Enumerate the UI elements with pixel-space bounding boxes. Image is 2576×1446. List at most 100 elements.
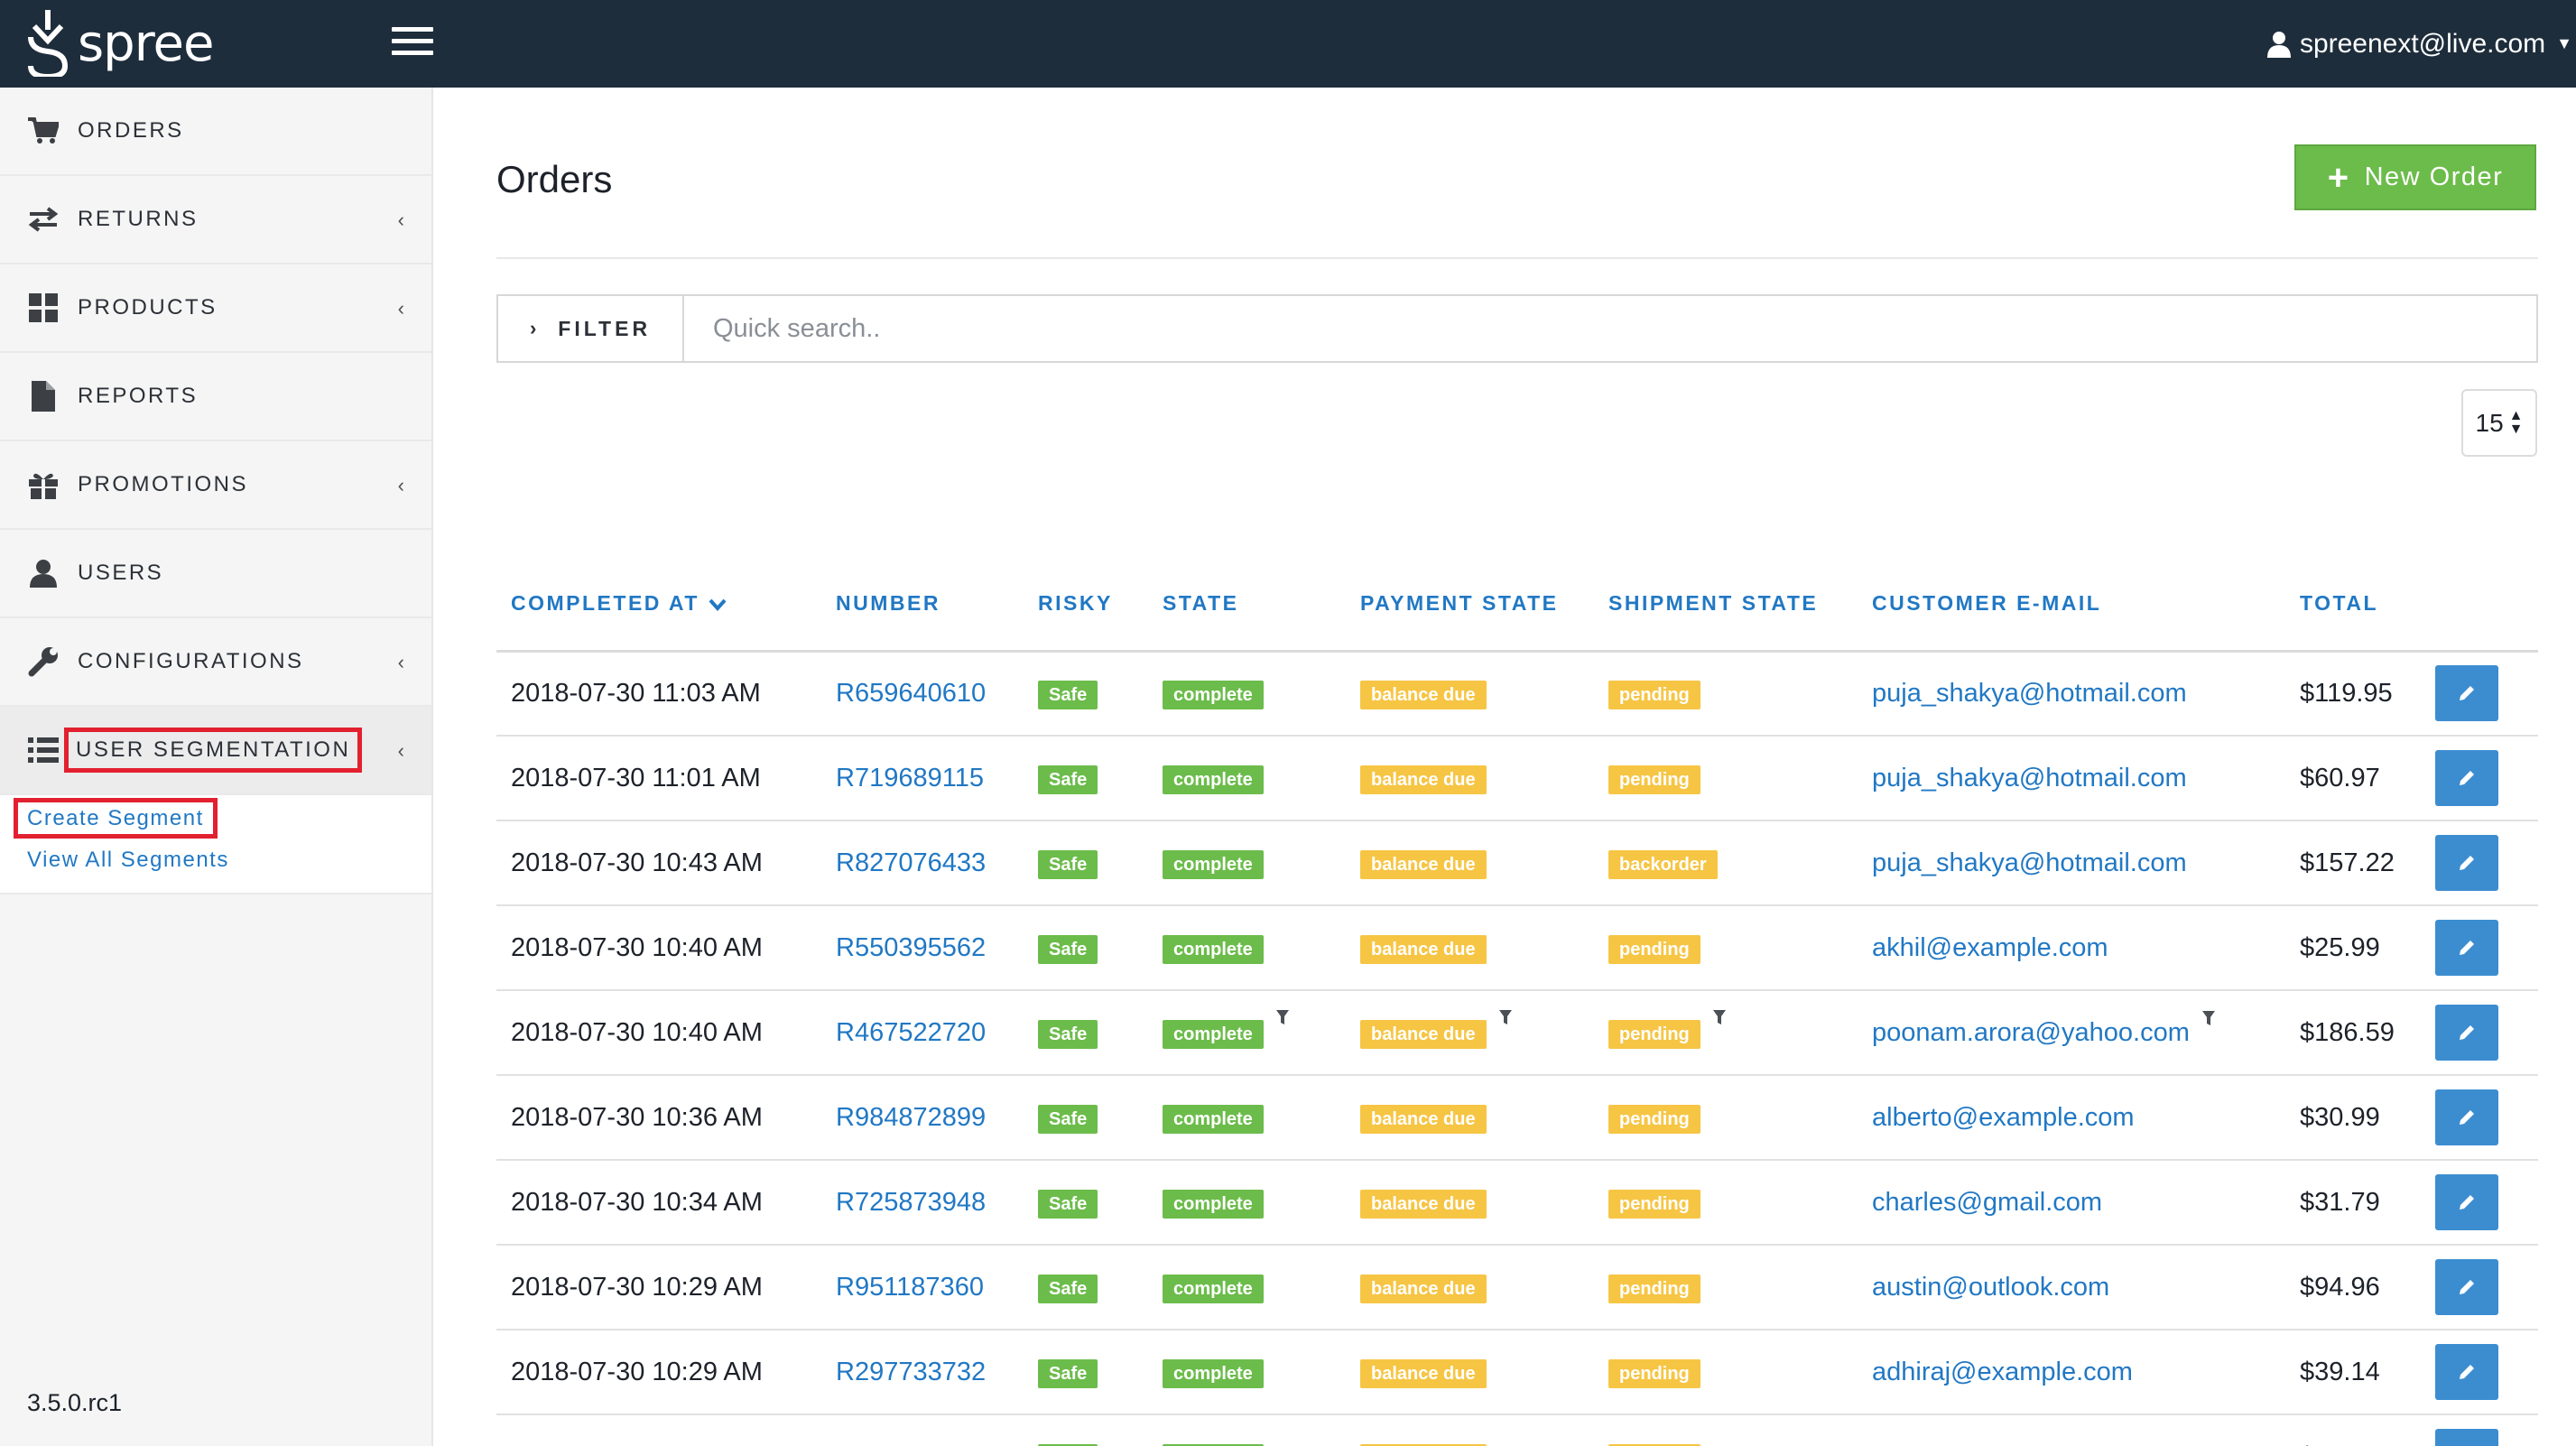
sidebar-item-products[interactable]: PRODUCTS ‹	[0, 264, 431, 353]
order-number-link[interactable]: R951187360	[836, 1273, 984, 1302]
shipment-state-cell: pending	[1594, 1160, 1858, 1246]
risk-badge: Safe	[1038, 1189, 1098, 1219]
spree-logo[interactable]: spree	[27, 7, 214, 79]
customer-email-cell: joykennith.1@gmail.com	[1858, 1414, 2285, 1446]
payment-state-cell: balance due	[1346, 990, 1594, 1076]
risky-cell: Safe	[1024, 1330, 1148, 1415]
chevron-left-icon: ‹	[397, 297, 404, 320]
user-email: spreenext@live.com	[2299, 28, 2546, 59]
order-number-link[interactable]: R984872899	[836, 1103, 986, 1132]
customer-email-link[interactable]: akhil@example.com	[1872, 933, 2108, 962]
edit-order-button[interactable]	[2435, 835, 2498, 891]
quick-search-input[interactable]	[684, 296, 2536, 361]
sidebar-item-configurations[interactable]: CONFIGURATIONS ‹	[0, 618, 431, 707]
order-number-cell: R297733732	[821, 1330, 1024, 1415]
customer-email-link[interactable]: poonam.arora@yahoo.com	[1872, 1018, 2190, 1047]
order-number-cell: R659640610	[821, 651, 1024, 737]
new-order-button[interactable]: + New Order	[2294, 144, 2536, 210]
risky-cell: Safe	[1024, 820, 1148, 906]
order-number-cell: R467522720	[821, 990, 1024, 1076]
user-icon	[27, 557, 60, 589]
sidebar-item-users[interactable]: USERS	[0, 530, 431, 618]
edit-order-button[interactable]	[2435, 1174, 2498, 1230]
pencil-icon	[2460, 1195, 2474, 1210]
order-number-link[interactable]: R178880429	[836, 1442, 986, 1446]
customer-email-cell: puja_shakya@hotmail.com	[1858, 820, 2285, 906]
customer-email-link[interactable]: charles@gmail.com	[1872, 1188, 2102, 1217]
user-segmentation-submenu: Create Segment View All Segments	[0, 795, 431, 894]
customer-email-link[interactable]: puja_shakya@hotmail.com	[1872, 848, 2187, 877]
order-number-link[interactable]: R467522720	[836, 1018, 986, 1047]
column-header-completed-at[interactable]: COMPLETED AT	[496, 557, 821, 653]
exchange-icon	[27, 203, 60, 236]
per-page-select[interactable]: 15 ▲ ▼	[2461, 389, 2537, 457]
shipment-state-badge: backorder	[1608, 849, 1718, 879]
edit-order-button[interactable]	[2435, 920, 2498, 976]
payment-state-badge: balance due	[1360, 680, 1487, 709]
create-segment-label: Create Segment	[14, 798, 218, 839]
column-header-number[interactable]: NUMBER	[821, 557, 1024, 653]
customer-email-link[interactable]: adhiraj@example.com	[1872, 1358, 2133, 1386]
payment-state-badge: balance due	[1360, 934, 1487, 964]
payment-state-cell: balance due	[1346, 1075, 1594, 1161]
order-number-link[interactable]: R550395562	[836, 933, 986, 962]
filter-funnel-icon[interactable]	[2201, 1010, 2215, 1027]
completed-at-cell: 2018-07-30 10:29 AM	[496, 1330, 821, 1415]
create-segment-link[interactable]: Create Segment	[0, 798, 431, 842]
order-number-link[interactable]: R297733732	[836, 1358, 986, 1386]
sort-arrows-icon: ▲ ▼	[2508, 408, 2524, 437]
app-version: 3.5.0.rc1	[27, 1389, 123, 1416]
customer-email-link[interactable]: joykennith.1@gmail.com	[1872, 1442, 2157, 1446]
order-number-cell: R178880429	[821, 1414, 1024, 1446]
customer-email-link[interactable]: austin@outlook.com	[1872, 1273, 2109, 1302]
sidebar-item-returns[interactable]: RETURNS ‹	[0, 176, 431, 264]
view-all-segments-link[interactable]: View All Segments	[0, 842, 431, 884]
column-header-shipment-state[interactable]: SHIPMENT STATE	[1594, 557, 1858, 653]
filter-funnel-icon[interactable]	[1712, 1009, 1726, 1026]
plus-icon: +	[2327, 157, 2350, 198]
edit-order-button[interactable]	[2435, 1005, 2498, 1061]
order-number-cell: R984872899	[821, 1075, 1024, 1161]
column-header-payment-state[interactable]: PAYMENT STATE	[1346, 557, 1594, 653]
customer-email-link[interactable]: alberto@example.com	[1872, 1103, 2135, 1132]
pencil-icon	[2460, 686, 2474, 701]
main-content: Orders + New Order › FILTER 15 ▲▼ COMPLE…	[435, 88, 2576, 1446]
customer-email-link[interactable]: puja_shakya@hotmail.com	[1872, 764, 2187, 793]
edit-order-button[interactable]	[2435, 750, 2498, 806]
column-header-customer-email[interactable]: CUSTOMER E-MAIL	[1858, 557, 2285, 653]
table-row: 2018-07-30 11:01 AM R719689115 Safe complet…	[496, 736, 2538, 821]
edit-order-button[interactable]	[2435, 1089, 2498, 1145]
order-number-link[interactable]: R659640610	[836, 679, 986, 708]
sidebar-item-user-segmentation[interactable]: USER SEGMENTATION ‹	[0, 707, 431, 795]
menu-toggle-icon[interactable]	[392, 25, 433, 56]
completed-at-cell: 2018-07-30 10:18 AM	[496, 1414, 821, 1446]
filter-funnel-icon[interactable]	[1275, 1009, 1289, 1026]
edit-order-button[interactable]	[2435, 665, 2498, 722]
column-header-risky[interactable]: RISKY	[1024, 557, 1148, 653]
filter-label: FILTER	[558, 316, 652, 340]
column-header-total[interactable]: TOTAL	[2285, 557, 2421, 653]
edit-order-button[interactable]	[2435, 1344, 2498, 1400]
shipment-state-badge: pending	[1608, 934, 1700, 964]
shipment-state-cell: pending	[1594, 651, 1858, 737]
payment-state-cell: balance due	[1346, 820, 1594, 906]
chevron-left-icon: ‹	[397, 739, 404, 762]
customer-email-link[interactable]: puja_shakya@hotmail.com	[1872, 679, 2187, 708]
order-number-link[interactable]: R719689115	[836, 764, 984, 793]
state-badge: complete	[1163, 1358, 1264, 1388]
state-cell: complete	[1148, 905, 1346, 991]
order-number-cell: R550395562	[821, 905, 1024, 991]
sidebar-item-label: CONFIGURATIONS	[78, 649, 304, 673]
column-header-state[interactable]: STATE	[1148, 557, 1346, 653]
filter-funnel-icon[interactable]	[1498, 1009, 1512, 1026]
order-number-link[interactable]: R725873948	[836, 1188, 986, 1217]
sidebar-item-orders[interactable]: ORDERS	[0, 88, 431, 176]
edit-order-button[interactable]	[2435, 1429, 2498, 1446]
edit-order-button[interactable]	[2435, 1259, 2498, 1315]
order-number-link[interactable]: R827076433	[836, 848, 986, 877]
user-account-menu[interactable]: spreenext@live.com ▼	[2266, 0, 2576, 88]
sidebar-item-promotions[interactable]: PROMOTIONS ‹	[0, 441, 431, 530]
sidebar-item-reports[interactable]: REPORTS	[0, 353, 431, 441]
cart-icon	[27, 115, 60, 147]
filter-toggle-button[interactable]: › FILTER	[498, 296, 684, 361]
